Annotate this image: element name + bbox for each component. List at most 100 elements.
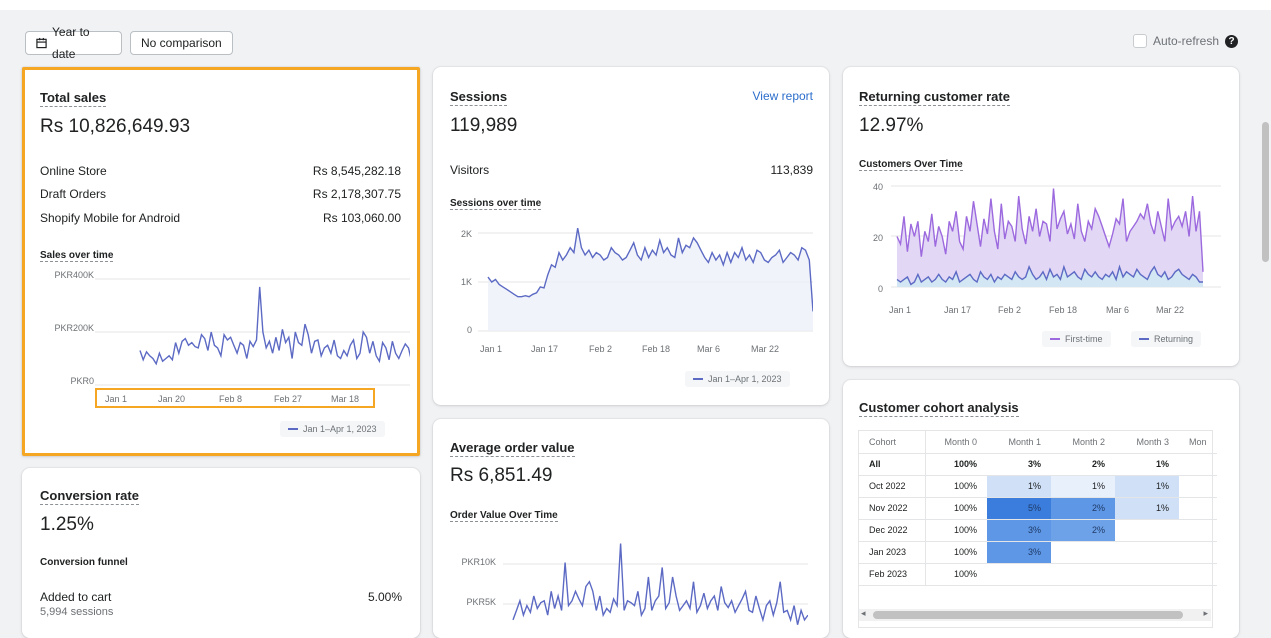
returning-customer-card[interactable]: Returning customer rate 12.97% Customers… bbox=[843, 67, 1239, 366]
x-tick-label: Feb 18 bbox=[642, 344, 671, 354]
sales-legend[interactable]: Jan 1–Apr 1, 2023 bbox=[280, 421, 385, 437]
aov-title[interactable]: Average order value bbox=[450, 440, 575, 457]
legend-line-icon bbox=[1139, 338, 1149, 340]
cohort-cell: 3% bbox=[987, 519, 1051, 542]
aov-value: Rs 6,851.49 bbox=[450, 465, 553, 486]
cohort-cell bbox=[1115, 563, 1179, 586]
customers-chart-title[interactable]: Customers Over Time bbox=[859, 159, 963, 171]
sessions-title[interactable]: Sessions bbox=[450, 89, 508, 106]
horizontal-scrollbar[interactable]: ◂ ▸ bbox=[859, 608, 1211, 621]
y-tick-label: 20 bbox=[872, 233, 883, 243]
cohort-cell: 100% bbox=[925, 519, 987, 542]
x-tick-label: Feb 18 bbox=[1049, 305, 1078, 315]
series-area bbox=[488, 228, 813, 331]
sales-row-value: Rs 103,060.00 bbox=[322, 211, 401, 225]
cohort-analysis-card[interactable]: Customer cohort analysis Cohort Month 0 … bbox=[843, 380, 1239, 638]
cohort-cell: 3% bbox=[987, 453, 1051, 476]
cohort-cell bbox=[1179, 519, 1217, 542]
visitors-label: Visitors bbox=[450, 163, 490, 177]
column-header: Month 0 bbox=[925, 431, 987, 454]
cohort-label: Jan 2023 bbox=[859, 541, 926, 564]
cohort-cell: 1% bbox=[1115, 453, 1179, 476]
page-scrollbar-thumb[interactable] bbox=[1262, 122, 1269, 262]
cohort-row: Dec 2022 100% 3% 2% bbox=[859, 519, 1217, 542]
customers-area-chart[interactable] bbox=[891, 179, 1221, 297]
cohort-label: Oct 2022 bbox=[859, 475, 926, 498]
cohort-cell: 1% bbox=[1115, 497, 1179, 520]
date-range-button[interactable]: Year to date bbox=[25, 25, 122, 61]
cohort-row: Oct 2022 100% 1% 1% 1% bbox=[859, 475, 1217, 498]
cohort-cell bbox=[1179, 497, 1217, 520]
comparison-label: No comparison bbox=[141, 36, 222, 50]
page-scrollbar[interactable] bbox=[1259, 10, 1271, 628]
comparison-button[interactable]: No comparison bbox=[130, 31, 233, 55]
sales-chart-title[interactable]: Sales over time bbox=[40, 250, 114, 262]
cohort-cell: 2% bbox=[1051, 519, 1115, 542]
sales-row-label: Shopify Mobile for Android bbox=[40, 211, 181, 225]
scrollbar-thumb[interactable] bbox=[873, 611, 1183, 619]
conversion-title[interactable]: Conversion rate bbox=[40, 488, 139, 505]
calendar-icon bbox=[36, 37, 47, 49]
x-tick-label: Jan 1 bbox=[480, 344, 503, 354]
column-header: Month 2 bbox=[1051, 431, 1115, 454]
legend-first-time[interactable]: First-time bbox=[1042, 331, 1111, 347]
cohort-label: Nov 2022 bbox=[859, 497, 926, 520]
cohort-cell bbox=[987, 563, 1051, 586]
x-tick-label: Mar 6 bbox=[1106, 305, 1130, 315]
legend-line-icon bbox=[693, 378, 703, 380]
scroll-right-icon[interactable]: ▸ bbox=[1203, 608, 1208, 619]
series-line bbox=[512, 543, 808, 625]
sales-line-chart[interactable] bbox=[40, 265, 410, 390]
auto-refresh-control[interactable]: Auto-refresh ? bbox=[1132, 34, 1238, 48]
sessions-card[interactable]: Sessions View report 119,989 Visitors 11… bbox=[433, 67, 829, 405]
help-icon[interactable]: ? bbox=[1225, 34, 1238, 48]
cohort-title[interactable]: Customer cohort analysis bbox=[859, 400, 1019, 417]
x-tick-label: Mar 18 bbox=[331, 394, 360, 404]
returning-title[interactable]: Returning customer rate bbox=[859, 89, 1010, 106]
sessions-line-chart[interactable] bbox=[478, 225, 813, 335]
cohort-cell: 1% bbox=[1051, 475, 1115, 498]
cohort-row: Feb 2023 100% bbox=[859, 563, 1217, 586]
date-range-label: Year to date bbox=[52, 25, 90, 61]
series-line bbox=[139, 286, 410, 366]
cohort-cell bbox=[1179, 475, 1217, 498]
cohort-cell: 100% bbox=[925, 453, 987, 476]
cohort-cell bbox=[1051, 541, 1115, 564]
conversion-value: 1.25% bbox=[40, 514, 94, 535]
average-order-value-card[interactable]: Average order value Rs 6,851.49 Order Va… bbox=[433, 419, 829, 638]
cohort-cell: 2% bbox=[1051, 497, 1115, 520]
x-tick-label: Jan 17 bbox=[944, 305, 972, 315]
scroll-left-icon[interactable]: ◂ bbox=[861, 608, 866, 619]
aov-chart-title[interactable]: Order Value Over Time bbox=[450, 510, 558, 522]
x-tick-label: Mar 22 bbox=[751, 344, 780, 354]
view-report-link[interactable]: View report bbox=[753, 89, 813, 103]
total-sales-card[interactable]: Total sales Rs 10,826,649.93 Online Stor… bbox=[22, 67, 420, 456]
cohort-cell bbox=[1179, 453, 1217, 476]
conversion-rate-card[interactable]: Conversion rate 1.25% Conversion funnel … bbox=[22, 468, 420, 638]
legend-label: First-time bbox=[1065, 334, 1103, 344]
y-tick-label: 1K bbox=[460, 277, 472, 287]
sessions-chart-title[interactable]: Sessions over time bbox=[450, 198, 542, 210]
x-tick-label: Jan 1 bbox=[889, 305, 912, 315]
sessions-legend[interactable]: Jan 1–Apr 1, 2023 bbox=[685, 371, 790, 387]
cohort-cell: 1% bbox=[987, 475, 1051, 498]
legend-label: Jan 1–Apr 1, 2023 bbox=[303, 424, 377, 434]
legend-returning[interactable]: Returning bbox=[1131, 331, 1202, 347]
cohort-cell bbox=[1115, 519, 1179, 542]
funnel-title: Conversion funnel bbox=[40, 557, 128, 568]
y-tick-label: 0 bbox=[877, 284, 883, 294]
cohort-cell: 1% bbox=[1115, 475, 1179, 498]
cohort-cell: 2% bbox=[1051, 453, 1115, 476]
x-tick-label: Jan 20 bbox=[158, 394, 186, 404]
cohort-cell bbox=[1051, 563, 1115, 586]
sales-row-label: Online Store bbox=[40, 164, 107, 178]
legend-label: Jan 1–Apr 1, 2023 bbox=[708, 374, 782, 384]
auto-refresh-checkbox[interactable] bbox=[1132, 34, 1147, 48]
visitors-value: 113,839 bbox=[770, 163, 814, 177]
total-sales-value: Rs 10,826,649.93 bbox=[40, 116, 191, 137]
sessions-value: 119,989 bbox=[450, 115, 518, 136]
cohort-cell: 100% bbox=[925, 541, 987, 564]
cohort-table: Cohort Month 0 Month 1 Month 2 Month 3 M… bbox=[859, 431, 1217, 586]
aov-line-chart[interactable] bbox=[503, 529, 808, 629]
total-sales-title[interactable]: Total sales bbox=[40, 90, 107, 107]
